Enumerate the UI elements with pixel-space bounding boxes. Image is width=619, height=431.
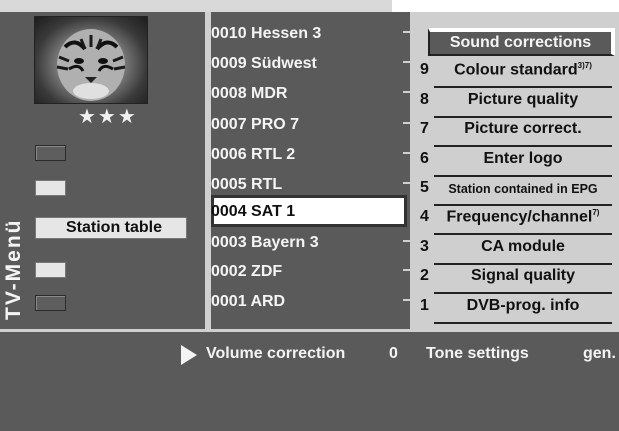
station-row[interactable]: 0006 RTL 2 bbox=[211, 144, 410, 166]
tick-mark bbox=[403, 152, 410, 154]
settings-item[interactable]: 6 Enter logo bbox=[420, 150, 612, 177]
station-row[interactable]: 0001 ARD bbox=[211, 291, 410, 313]
station-row[interactable]: 0010 Hessen 3 bbox=[211, 23, 410, 45]
row-underline bbox=[434, 116, 612, 118]
tick-mark bbox=[403, 182, 410, 184]
row-underline bbox=[434, 204, 612, 206]
menu-item[interactable] bbox=[35, 145, 66, 161]
station-row[interactable]: 0007 PRO 7 bbox=[211, 114, 410, 136]
station-label: 0003 Bayern 3 bbox=[211, 234, 319, 251]
station-label: 0006 RTL 2 bbox=[211, 146, 296, 163]
info-bar-divider bbox=[0, 329, 619, 332]
settings-item-number: 8 bbox=[420, 91, 429, 108]
station-label: 0009 Südwest bbox=[211, 55, 317, 72]
settings-item-number: 2 bbox=[420, 267, 429, 284]
settings-item-text: Frequency/channel bbox=[446, 208, 593, 226]
settings-item[interactable]: 4 Frequency/channel7) bbox=[420, 208, 612, 235]
tiger-image bbox=[56, 29, 126, 101]
station-row[interactable]: 0003 Bayern 3 bbox=[211, 232, 410, 254]
tv-menu-title: TV-Menü bbox=[0, 160, 26, 321]
row-underline bbox=[434, 292, 612, 294]
volume-correction-value: 0 bbox=[389, 345, 398, 362]
station-row-selected[interactable]: 0004 SAT 1 bbox=[211, 195, 407, 227]
station-row[interactable]: 0008 MDR bbox=[211, 83, 410, 105]
volume-correction-label: Volume correction bbox=[206, 345, 346, 362]
play-arrow-icon bbox=[181, 345, 197, 365]
settings-item-label: CA module bbox=[481, 238, 565, 255]
settings-item-sound-corrections[interactable]: Sound corrections bbox=[428, 28, 615, 56]
menu-item[interactable] bbox=[35, 295, 66, 311]
settings-item[interactable]: 5 Station contained in EPG bbox=[420, 179, 612, 206]
station-label: 0004 SAT 1 bbox=[211, 203, 296, 220]
station-row[interactable]: 0005 RTL bbox=[211, 174, 410, 196]
tick-mark bbox=[403, 91, 410, 93]
settings-item[interactable]: 7 Picture correct. bbox=[420, 120, 612, 147]
station-label: 0002 ZDF bbox=[211, 263, 283, 280]
menu-item[interactable] bbox=[35, 262, 66, 278]
row-underline bbox=[434, 263, 612, 265]
top-band bbox=[0, 0, 392, 12]
settings-item-number: 7 bbox=[420, 120, 429, 137]
settings-item-number: 1 bbox=[420, 297, 429, 314]
footnote-marker: 3)7) bbox=[577, 61, 592, 70]
settings-item[interactable]: 3 CA module bbox=[420, 238, 612, 265]
settings-item-label: Station contained in EPG bbox=[448, 182, 598, 196]
tiger-picture-icon bbox=[34, 16, 148, 104]
station-label: 0007 PRO 7 bbox=[211, 116, 300, 133]
tone-settings-label: Tone settings bbox=[426, 345, 529, 362]
tick-mark bbox=[403, 240, 410, 242]
rating-stars: ★★★ bbox=[78, 106, 138, 128]
menu-item-station-table[interactable]: Station table bbox=[35, 217, 187, 239]
settings-item-label: Sound corrections bbox=[449, 34, 592, 51]
settings-item[interactable]: 9 Colour standard3)7) bbox=[420, 61, 612, 88]
settings-item-label: Picture quality bbox=[467, 91, 579, 108]
tick-mark bbox=[403, 31, 410, 33]
top-right-band bbox=[392, 0, 619, 12]
settings-item-label: Picture correct. bbox=[464, 120, 582, 137]
settings-item-label: DVB-prog. info bbox=[466, 297, 580, 314]
row-underline bbox=[434, 86, 612, 88]
tick-mark bbox=[403, 269, 410, 271]
tick-mark bbox=[403, 299, 410, 301]
station-row[interactable]: 0002 ZDF bbox=[211, 261, 410, 283]
settings-item[interactable]: 2 Signal quality bbox=[420, 267, 612, 294]
station-label: 0010 Hessen 3 bbox=[211, 25, 322, 42]
tick-mark bbox=[403, 122, 410, 124]
station-label: 0008 MDR bbox=[211, 85, 288, 102]
row-underline bbox=[434, 322, 612, 324]
settings-item-number: 9 bbox=[420, 61, 429, 78]
settings-item-number: 4 bbox=[420, 208, 429, 225]
station-row[interactable]: 0009 Südwest bbox=[211, 53, 410, 75]
tick-mark bbox=[403, 61, 410, 63]
station-label: 0001 ARD bbox=[211, 293, 286, 310]
row-underline bbox=[434, 145, 612, 147]
tv-menu-label: TV-Menü bbox=[2, 218, 25, 321]
settings-item-number: 3 bbox=[420, 238, 429, 255]
menu-item[interactable] bbox=[35, 180, 66, 196]
station-label: 0005 RTL bbox=[211, 176, 283, 193]
settings-item[interactable]: 1 DVB-prog. info bbox=[420, 297, 612, 324]
tone-settings-value: gen. bbox=[583, 345, 616, 362]
settings-item-label: Enter logo bbox=[483, 150, 563, 167]
settings-item-label: Frequency/channel7) bbox=[434, 208, 612, 226]
settings-item-text: Colour standard bbox=[454, 61, 578, 79]
footnote-marker: 7) bbox=[592, 208, 600, 217]
row-underline bbox=[434, 175, 612, 177]
settings-item-label: Signal quality bbox=[470, 267, 575, 284]
settings-item[interactable]: 8 Picture quality bbox=[420, 91, 612, 118]
settings-item-number: 5 bbox=[420, 179, 429, 196]
settings-item-number: 6 bbox=[420, 150, 429, 167]
menu-item-label: Station table bbox=[66, 219, 163, 236]
row-underline bbox=[434, 233, 612, 235]
settings-item-label: Colour standard3)7) bbox=[434, 61, 612, 79]
